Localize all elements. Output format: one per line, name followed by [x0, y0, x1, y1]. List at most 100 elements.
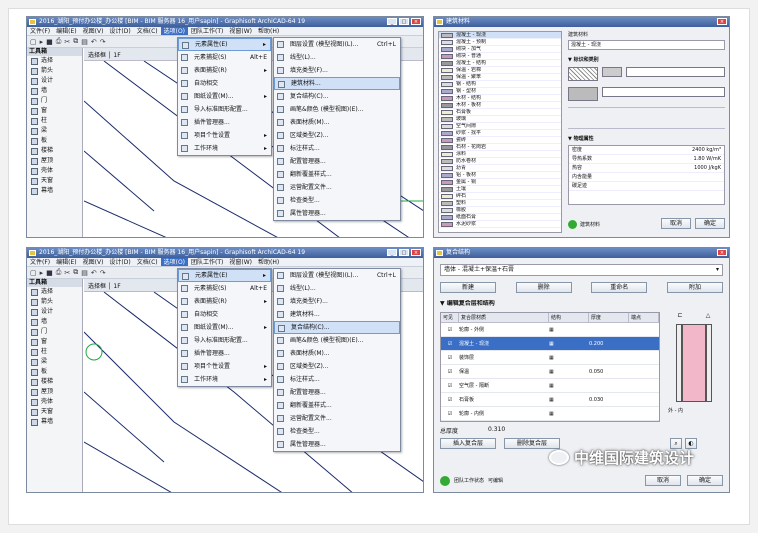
layer-row[interactable]: ☑ 混凝土 - 现浇 ▦ 0.200: [441, 337, 659, 351]
composite-附加-button[interactable]: 附加: [666, 282, 723, 293]
toolbox-item[interactable]: 箭头: [27, 297, 82, 307]
toolbox-item[interactable]: 窗: [27, 106, 82, 116]
redo-icon[interactable]: ↷: [100, 38, 106, 46]
layer-thickness[interactable]: [589, 379, 629, 392]
visible-checkbox[interactable]: ☑: [441, 407, 459, 420]
options-menu-item[interactable]: 工作环境 ▸: [178, 142, 271, 155]
paste-icon[interactable]: ▤: [81, 38, 88, 46]
visible-checkbox[interactable]: ☑: [441, 393, 459, 406]
open-icon[interactable]: ▸: [40, 38, 44, 46]
layer-row[interactable]: ☑ 轮廓 - 外侧 ▦: [441, 323, 659, 337]
toolbox-item[interactable]: 窗: [27, 337, 82, 347]
toolbox-item[interactable]: 设计: [27, 307, 82, 317]
submenu-item[interactable]: 标注样式...: [274, 373, 400, 386]
menu-item[interactable]: 编辑(E): [53, 27, 79, 35]
minimize-icon[interactable]: _: [387, 18, 397, 25]
options-menu-item[interactable]: 元素属性(E) ▸: [178, 38, 271, 51]
options-menu-item[interactable]: 元素捕捉(S) Alt+E: [178, 51, 271, 64]
material-row[interactable]: 钢 - 型材: [439, 88, 561, 95]
new-file-icon[interactable]: ▢: [30, 38, 37, 46]
submenu-item[interactable]: 图层设置 (模型视图)(L)... Ctrl+L: [274, 269, 400, 282]
menu-item[interactable]: 帮助(H): [255, 258, 282, 266]
submenu-item[interactable]: 线型(L)...: [274, 282, 400, 295]
toolbox-item[interactable]: 选择: [27, 56, 82, 66]
material-row[interactable]: 木材 - 结构: [439, 95, 561, 102]
toolbox-item[interactable]: 屋顶: [27, 387, 82, 397]
toolbox-item[interactable]: 楼梯: [27, 377, 82, 387]
save-icon[interactable]: ■: [46, 38, 53, 46]
toolbox-item[interactable]: 壳体: [27, 397, 82, 407]
undo-icon[interactable]: ↶: [91, 269, 97, 277]
close-icon[interactable]: ×: [717, 18, 727, 25]
pen-swatch[interactable]: [602, 67, 622, 77]
structure-icon[interactable]: ▦: [549, 323, 589, 336]
cut-icon[interactable]: ✂: [64, 269, 70, 277]
priority-field[interactable]: [626, 67, 725, 77]
menu-item[interactable]: 团队工作(T): [188, 258, 226, 266]
options-menu-item[interactable]: 项目个性设置 ▸: [178, 129, 271, 142]
options-menu-item[interactable]: 图纸设置(M)... ▸: [178, 90, 271, 103]
submenu-item[interactable]: 复合结构(C)...: [274, 90, 400, 103]
layer-thickness[interactable]: 0.050: [589, 365, 629, 378]
submenu-item[interactable]: 属性管理器...: [274, 438, 400, 451]
options-menu-item[interactable]: 导入标准图形配置...: [178, 334, 271, 347]
material-row[interactable]: 空气间隙: [439, 123, 561, 130]
submenu-item[interactable]: 区域类型(Z)...: [274, 360, 400, 373]
minimize-icon[interactable]: _: [387, 249, 397, 256]
structure-icon[interactable]: ▦: [549, 337, 589, 350]
submenu-item[interactable]: 检查类型...: [274, 194, 400, 207]
id-section-header[interactable]: ▼ 标识和类别: [568, 56, 725, 64]
material-row[interactable]: 沥青: [439, 165, 561, 172]
material-row[interactable]: 金属 - 铜: [439, 179, 561, 186]
submenu-item[interactable]: 属性管理器...: [274, 207, 400, 220]
material-row[interactable]: 碎石: [439, 193, 561, 200]
material-row[interactable]: 防水卷材: [439, 158, 561, 165]
menu-item[interactable]: 团队工作(T): [188, 27, 226, 35]
surface-field[interactable]: [602, 87, 725, 97]
menu-item[interactable]: 选项(O): [160, 27, 189, 35]
submenu-item[interactable]: 建筑材料...: [274, 77, 400, 90]
options-menu-item[interactable]: 插件管理器...: [178, 347, 271, 360]
options-menu-item[interactable]: 自动相交: [178, 77, 271, 90]
toolbox-item[interactable]: 设计: [27, 76, 82, 86]
close-icon[interactable]: ×: [717, 249, 727, 256]
visible-checkbox[interactable]: ☑: [441, 379, 459, 392]
toolbox-item[interactable]: 梁: [27, 126, 82, 136]
submenu-item[interactable]: 表面材质(M)...: [274, 116, 400, 129]
options-menu-item[interactable]: 项目个性设置 ▸: [178, 360, 271, 373]
menu-item[interactable]: 视窗(W): [226, 27, 255, 35]
material-row[interactable]: 石膏板: [439, 109, 561, 116]
options-menu-item[interactable]: 自动相交: [178, 308, 271, 321]
surface-swatch[interactable]: [568, 87, 598, 101]
material-row[interactable]: 涂料: [439, 151, 561, 158]
material-row[interactable]: 混凝土 - 现浇: [439, 32, 561, 39]
menu-item[interactable]: 设计(D): [106, 27, 133, 35]
material-row[interactable]: 橡胶: [439, 207, 561, 214]
new-file-icon[interactable]: ▢: [30, 269, 37, 277]
structure-icon[interactable]: ▦: [549, 393, 589, 406]
cut-fill-swatch[interactable]: [568, 67, 598, 81]
toolbox-item[interactable]: 天窗: [27, 176, 82, 186]
toolbox-item[interactable]: 楼梯: [27, 146, 82, 156]
composite-selector[interactable]: 墙体 - 混凝土+保温+石膏 ▾: [440, 264, 723, 276]
submenu-item[interactable]: 标注样式...: [274, 142, 400, 155]
layer-thickness[interactable]: 0.200: [589, 337, 629, 350]
submenu-item[interactable]: 运营配置文件...: [274, 181, 400, 194]
material-row[interactable]: 瓷砖: [439, 137, 561, 144]
close-icon[interactable]: ×: [411, 18, 421, 25]
toolbox-item[interactable]: 板: [27, 136, 82, 146]
physical-prop-row[interactable]: 内含能量: [569, 173, 724, 182]
structure-icon[interactable]: ▦: [549, 351, 589, 364]
menu-item[interactable]: 选项(O): [160, 258, 189, 266]
material-row[interactable]: 保温 - 岩棉: [439, 67, 561, 74]
submenu-item[interactable]: 区域类型(Z)...: [274, 129, 400, 142]
material-row[interactable]: 玻璃: [439, 116, 561, 123]
menu-item[interactable]: 文件(F): [27, 258, 53, 266]
options-menu-item[interactable]: 元素捕捉(S) Alt+E: [178, 282, 271, 295]
submenu-item[interactable]: 配置管理器...: [274, 155, 400, 168]
copy-icon[interactable]: ⧉: [73, 268, 78, 277]
physical-section-header[interactable]: ▼ 物理属性: [568, 135, 725, 143]
material-row[interactable]: 混凝土 - 结构: [439, 60, 561, 67]
material-name-field[interactable]: 混凝土 - 现浇: [568, 40, 725, 50]
cut-icon[interactable]: ✂: [64, 38, 70, 46]
